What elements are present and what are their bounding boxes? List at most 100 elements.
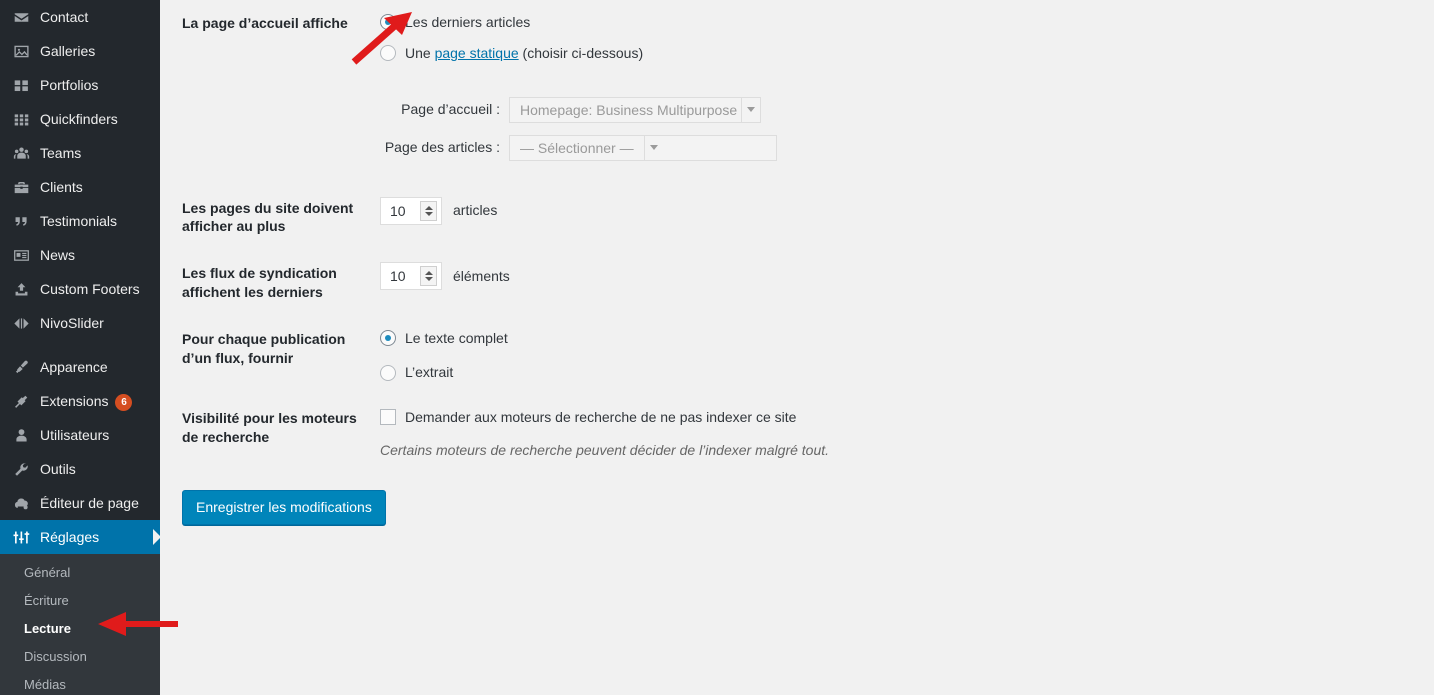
plug-icon bbox=[11, 391, 31, 411]
row-home-page-select: Page d’accueil : Homepage: Business Mult… bbox=[380, 96, 829, 123]
label-feed-items: Les flux de syndication affichent les de… bbox=[182, 265, 337, 301]
static-page-suffix: (choisir ci-dessous) bbox=[518, 45, 644, 62]
radio-full-text-label: Le texte complet bbox=[405, 330, 508, 347]
label-home-page: Page d’accueil : bbox=[401, 101, 500, 118]
id-card-icon bbox=[11, 245, 31, 265]
menu-separator bbox=[0, 340, 160, 350]
radio-full-text[interactable] bbox=[380, 330, 396, 347]
submenu-item-discussion[interactable]: Discussion bbox=[0, 643, 160, 671]
sidebar-item-outils[interactable]: Outils bbox=[0, 452, 160, 486]
sidebar-item-portfolios[interactable]: Portfolios bbox=[0, 68, 160, 102]
sidebar-item-label: Custom Footers bbox=[40, 281, 140, 297]
update-count-badge: 6 bbox=[115, 393, 133, 411]
briefcase-icon bbox=[11, 177, 31, 197]
select-home-page-value: Homepage: Business Multipurpose bbox=[520, 101, 738, 118]
sidebar-item-custom-footers[interactable]: Custom Footers bbox=[0, 272, 160, 306]
radio-option-full-text[interactable]: Le texte complet bbox=[380, 328, 829, 348]
sidebar-item-label: Teams bbox=[40, 145, 82, 161]
radio-latest-posts[interactable] bbox=[380, 14, 396, 31]
static-page-prefix: Une bbox=[405, 45, 435, 62]
reading-settings-form-table: La page d’accueil affiche Les derniers a… bbox=[160, 0, 839, 472]
sidebar-item-apparence[interactable]: Apparence bbox=[0, 350, 160, 384]
sidebar-item-label: Contact bbox=[40, 9, 89, 25]
sidebar-item-galleries[interactable]: Galleries bbox=[0, 34, 160, 68]
input-feed-items-value: 10 bbox=[390, 268, 406, 285]
spinner-feed-items[interactable] bbox=[420, 266, 437, 287]
paintbrush-icon bbox=[11, 357, 31, 377]
chevron-down-icon bbox=[643, 135, 663, 160]
radio-static-page[interactable] bbox=[380, 45, 396, 62]
sidebar-item-label: Extensions 6 bbox=[40, 384, 160, 418]
sidebar-item-label: Utilisateurs bbox=[40, 427, 110, 443]
row-posts-per-page: Les pages du site doivent afficher au pl… bbox=[160, 185, 839, 251]
sidebar-item-label: NivoSlider bbox=[40, 315, 104, 331]
sidebar-item-label: News bbox=[40, 247, 76, 263]
static-page-link[interactable]: page statique bbox=[435, 45, 519, 61]
sidebar-item-teams[interactable]: Teams bbox=[0, 136, 160, 170]
sidebar-item-label: Éditeur de page bbox=[40, 495, 139, 511]
settings-submenu: Général Écriture Lecture Discussion Médias bbox=[0, 554, 160, 695]
sidebar-item-label: Clients bbox=[40, 179, 83, 195]
submenu-item-m-dias[interactable]: Médias bbox=[0, 671, 160, 695]
radio-excerpt-label: L’extrait bbox=[405, 364, 454, 381]
submenu-item-g-n-ral[interactable]: Général bbox=[0, 559, 160, 587]
input-posts-per-page[interactable]: 10 bbox=[380, 196, 442, 225]
sidebar-item-clients[interactable]: Clients bbox=[0, 170, 160, 204]
sidebar-item-nivoslider[interactable]: NivoSlider bbox=[0, 306, 160, 340]
radio-option-static-page[interactable]: Une page statique (choisir ci-dessous) bbox=[380, 43, 829, 63]
submenu-item-lecture[interactable]: Lecture bbox=[0, 615, 160, 643]
sidebar-item-label: Portfolios bbox=[40, 77, 99, 93]
sidebar-item-utilisateurs[interactable]: Utilisateurs bbox=[0, 418, 160, 452]
checkbox-discourage-search[interactable] bbox=[380, 408, 396, 425]
sidebar-item-label: Apparence bbox=[40, 359, 108, 375]
input-feed-items[interactable]: 10 bbox=[380, 262, 442, 291]
admin-sidebar-menu: Contact Galleries Portfolios Quickfinders Te… bbox=[0, 0, 160, 695]
wordpress-admin-screen: Contact Galleries Portfolios Quickfinders Te… bbox=[0, 0, 1434, 695]
sidebar-item-label: Galleries bbox=[40, 43, 96, 59]
select-home-page[interactable]: Homepage: Business Multipurpose bbox=[509, 96, 761, 123]
sidebar-item-r-glages[interactable]: Réglages bbox=[0, 520, 160, 554]
cloud-icon bbox=[11, 493, 31, 513]
radio-excerpt[interactable] bbox=[380, 364, 396, 381]
label-front-page-displays: La page d’accueil affiche bbox=[182, 15, 348, 31]
label-posts-per-page: Les pages du site doivent afficher au pl… bbox=[182, 199, 354, 235]
chevron-down-icon bbox=[741, 97, 760, 122]
sidebar-item-label: Quickfinders bbox=[40, 111, 118, 127]
unit-posts-per-page: articles bbox=[453, 202, 498, 219]
settings-reading-content: La page d’accueil affiche Les derniers a… bbox=[160, 0, 1434, 695]
sliders-icon bbox=[11, 527, 31, 547]
input-posts-per-page-value: 10 bbox=[390, 202, 406, 219]
sidebar-item-label: Réglages bbox=[40, 529, 100, 545]
sidebar-item-testimonials[interactable]: Testimonials bbox=[0, 204, 160, 238]
unit-feed-items: éléments bbox=[453, 268, 510, 285]
user-icon bbox=[11, 425, 31, 445]
wrench-icon bbox=[11, 459, 31, 479]
radio-latest-posts-label: Les derniers articles bbox=[405, 14, 531, 30]
sidebar-item-label: Testimonials bbox=[40, 213, 118, 229]
sidebar-item-diteur-de-page[interactable]: Éditeur de page bbox=[0, 486, 160, 520]
grid-four-icon bbox=[11, 75, 31, 95]
checkbox-discourage-search-label: Demander aux moteurs de recherche de ne … bbox=[405, 408, 797, 425]
radio-option-latest-posts[interactable]: Les derniers articles bbox=[380, 12, 829, 32]
sidebar-item-contact[interactable]: Contact bbox=[0, 0, 160, 34]
row-front-page-displays: La page d’accueil affiche Les derniers a… bbox=[160, 0, 839, 185]
row-search-visibility: Visibilité pour les moteurs de recherche… bbox=[160, 395, 839, 473]
row-posts-page-select: Page des articles : — Sélectionner — bbox=[380, 134, 829, 161]
envelope-icon bbox=[11, 7, 31, 27]
row-feed-content: Pour chaque publication d’un flux, fourn… bbox=[160, 316, 839, 395]
image-icon bbox=[11, 41, 31, 61]
sidebar-item-label: Outils bbox=[40, 461, 76, 477]
save-changes-button[interactable]: Enregistrer les modifications bbox=[182, 490, 386, 526]
select-posts-page[interactable]: — Sélectionner — bbox=[509, 134, 777, 161]
spinner-posts-per-page[interactable] bbox=[420, 200, 437, 221]
checkbox-row-discourage-search[interactable]: Demander aux moteurs de recherche de ne … bbox=[380, 407, 829, 427]
label-posts-page: Page des articles : bbox=[384, 139, 500, 156]
grid-nine-icon bbox=[11, 109, 31, 129]
sidebar-item-news[interactable]: News bbox=[0, 238, 160, 272]
group-icon bbox=[11, 143, 31, 163]
radio-option-excerpt[interactable]: L’extrait bbox=[380, 362, 829, 382]
submenu-item--criture[interactable]: Écriture bbox=[0, 587, 160, 615]
sidebar-item-quickfinders[interactable]: Quickfinders bbox=[0, 102, 160, 136]
sidebar-item-extensions[interactable]: Extensions 6 bbox=[0, 384, 160, 418]
upload-icon bbox=[11, 279, 31, 299]
